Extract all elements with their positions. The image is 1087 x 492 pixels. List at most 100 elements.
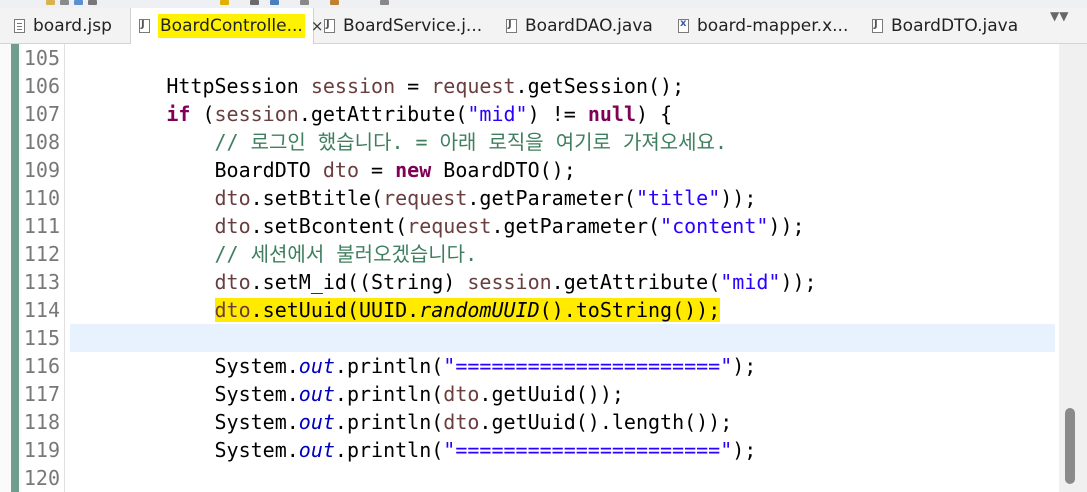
code-token: )); (720, 186, 757, 210)
code-token: dto (214, 298, 251, 322)
close-tab-icon[interactable]: × (311, 17, 324, 35)
code-token: out (298, 410, 335, 434)
code-token: )); (780, 270, 817, 294)
code-line[interactable]: dto.setBtitle(request.getParameter("titl… (70, 184, 757, 212)
toolbar-strip (0, 0, 1087, 8)
code-line[interactable]: dto.setUuid(UUID.randomUUID().toString()… (70, 296, 721, 324)
code-token: .getSession(); (515, 74, 685, 98)
line-number: 108 (23, 130, 60, 154)
code-token: .getParameter( (467, 186, 636, 210)
line-number: 110 (23, 186, 60, 210)
code-token: ) != (527, 102, 588, 126)
line-number: 115 (23, 326, 60, 350)
code-token: ); (732, 354, 757, 378)
code-editor[interactable]: 105 106 107 108 109 110 111 112 113 114 … (0, 44, 1087, 492)
code-line[interactable]: dto.setBcontent(request.getParameter("co… (70, 212, 805, 240)
code-token: .println( (334, 410, 444, 434)
code-line[interactable]: System.out.println("====================… (70, 352, 756, 380)
tab-board-dao[interactable]: BoardDAO.java (506, 8, 653, 43)
line-number: 111 (23, 214, 60, 238)
code-line[interactable]: System.out.println("====================… (70, 436, 756, 464)
code-token: System. (70, 382, 299, 406)
tab-board-controller[interactable]: BoardControlle... × (130, 8, 323, 44)
jsp-file-icon (14, 18, 25, 33)
code-token: .setBtitle( (250, 186, 384, 210)
tab-label: board.jsp (33, 15, 112, 36)
code-token: "======================" (443, 438, 733, 462)
scrollbar-thumb[interactable] (1065, 408, 1075, 484)
java-file-icon (139, 19, 150, 33)
tab-board-jsp[interactable]: board.jsp (14, 8, 112, 43)
code-token: dto (443, 382, 480, 406)
code-token: ().toString()); (539, 298, 721, 322)
code-token: out (298, 354, 335, 378)
code-token: .getParameter( (491, 214, 661, 238)
code-line[interactable]: HttpSession session = request.getSession… (70, 72, 684, 100)
line-number: 114 (23, 298, 60, 322)
tab-board-dto[interactable]: BoardDTO.java (872, 8, 1018, 43)
code-token: null (587, 102, 636, 126)
code-token: = (359, 158, 396, 182)
code-line[interactable]: dto.setM_id((String) session.getAttribut… (70, 268, 817, 296)
code-token: dto (214, 186, 251, 210)
tab-label: BoardControlle... (158, 14, 305, 38)
tab-label: board-mapper.x... (697, 15, 849, 36)
code-line[interactable]: System.out.println(dto.getUuid().length(… (70, 408, 732, 436)
code-area[interactable]: HttpSession session = request .getSession… (70, 44, 1055, 492)
line-number: 119 (23, 438, 60, 462)
xml-file-icon (678, 18, 689, 33)
code-token: request (383, 186, 468, 210)
code-token: dto (214, 214, 251, 238)
code-token: ); (732, 438, 757, 462)
code-token: if (166, 102, 191, 126)
line-number: 120 (23, 466, 60, 490)
tab-label: BoardDAO.java (525, 15, 653, 36)
code-token: .getAttribute( (551, 270, 721, 294)
code-token: .getUuid().length()); (479, 410, 733, 434)
code-token: dto (214, 270, 251, 294)
code-token: BoardDTO (70, 158, 323, 182)
java-file-icon (872, 18, 883, 33)
tab-label: BoardDTO.java (891, 15, 1019, 36)
code-token: new (395, 158, 432, 182)
code-line[interactable]: System.out.println(dto.getUuid()); (70, 380, 623, 408)
code-line[interactable]: // 로그인 했습니다. = 아래 로직을 여기로 가져오세요. (70, 128, 728, 156)
line-number: 112 (23, 242, 60, 266)
vertical-scrollbar[interactable] (1059, 44, 1087, 492)
tab-board-mapper[interactable]: board-mapper.x... (678, 8, 848, 43)
code-token: "title" (635, 186, 721, 210)
code-token: .println( (334, 382, 444, 406)
line-number: 117 (23, 382, 60, 406)
line-number: 118 (23, 410, 60, 434)
tab-overflow-chevron-icon[interactable]: ▼▼ (1050, 9, 1068, 23)
code-line[interactable]: BoardDTO dto = new BoardDTO(); (70, 156, 575, 184)
code-line[interactable]: if (session.getAttribute("mid") != null)… (70, 100, 672, 128)
code-token: )); (768, 214, 805, 238)
code-token: .getAttribute( (298, 102, 468, 126)
code-token: request (407, 214, 492, 238)
code-token: System. (70, 354, 299, 378)
line-number: 109 (23, 158, 60, 182)
code-token: "content" (660, 214, 769, 238)
code-token: "mid" (467, 102, 528, 126)
code-token: ) { (636, 102, 673, 126)
code-line[interactable]: // 세션에서 불러오겠습니다. (70, 240, 478, 268)
line-number: 105 (23, 46, 60, 70)
code-token: // 로그인 했습니다. = 아래 로직을 여기로 가져오세요. (214, 130, 728, 154)
code-token: HttpSession (70, 74, 311, 98)
line-number: 116 (23, 354, 60, 378)
line-number: 113 (23, 270, 60, 294)
code-token: session (214, 102, 299, 126)
line-number-gutter: 105 106 107 108 109 110 111 112 113 114 … (22, 44, 64, 492)
gutter-divider (64, 44, 65, 492)
code-token: "mid" (720, 270, 781, 294)
tab-board-service[interactable]: BoardService.j... (324, 8, 482, 43)
code-token: randomUUID (419, 298, 540, 322)
code-token: .println( (334, 354, 444, 378)
java-file-icon (506, 18, 517, 33)
code-token: "======================" (443, 354, 733, 378)
